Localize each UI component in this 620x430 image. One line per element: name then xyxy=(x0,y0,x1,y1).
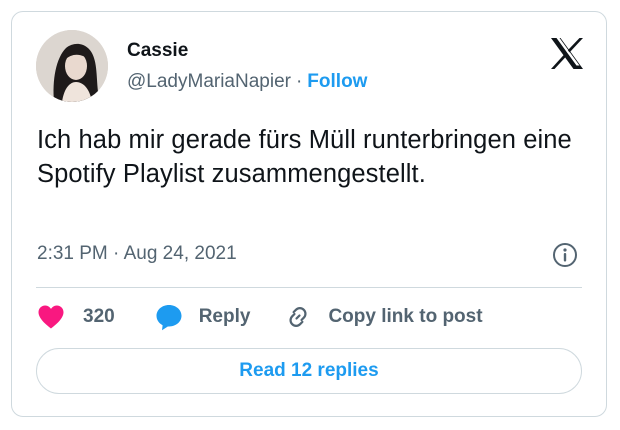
x-logo-icon[interactable] xyxy=(550,38,584,69)
author-handle[interactable]: @LadyMariaNapier xyxy=(127,71,291,92)
tweet-text: Ich hab mir gerade fürs Müll runterbring… xyxy=(37,126,572,188)
reply-button[interactable]: Reply xyxy=(155,303,251,331)
reply-label: Reply xyxy=(198,306,251,327)
avatar[interactable] xyxy=(36,30,108,102)
link-icon xyxy=(289,307,307,327)
divider xyxy=(36,287,582,288)
follow-button[interactable]: Follow xyxy=(307,71,367,92)
avatar-image xyxy=(36,30,108,102)
author-handle-row: @LadyMariaNapier · Follow xyxy=(127,70,367,94)
tweet-timestamp[interactable]: 2:31 PM · Aug 24, 2021 xyxy=(37,242,237,266)
tweet-card[interactable]: Cassie @LadyMariaNapier · Follow Ich hab m… xyxy=(11,11,607,417)
info-icon[interactable] xyxy=(552,242,578,268)
read-replies-button[interactable]: Read 12 replies xyxy=(36,348,582,394)
separator-dot: · xyxy=(295,71,303,92)
copy-link-label: Copy link to post xyxy=(328,306,483,327)
like-count: 320 xyxy=(83,306,115,327)
heart-icon xyxy=(38,305,64,329)
author-name[interactable]: Cassie xyxy=(127,40,188,62)
action-bar: 320 Reply Copy link to post xyxy=(37,302,483,332)
like-button[interactable]: 320 xyxy=(37,304,115,330)
copy-link-button[interactable]: Copy link to post xyxy=(284,303,483,331)
speech-bubble-icon xyxy=(156,305,182,331)
